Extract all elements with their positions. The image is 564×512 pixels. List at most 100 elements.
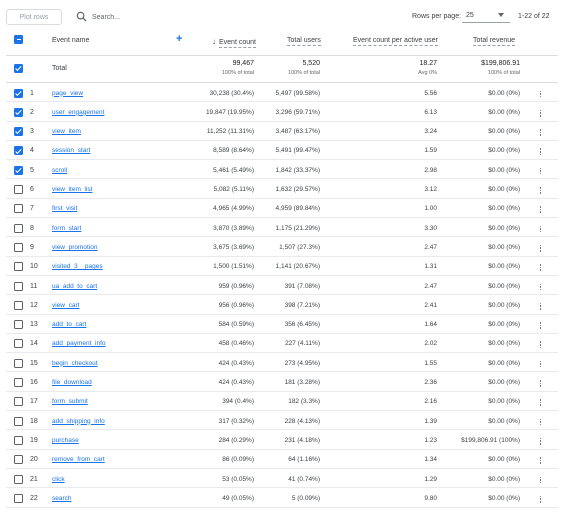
- column-event-count-per-user[interactable]: Event count per active user: [353, 37, 438, 46]
- row-checkbox[interactable]: [14, 281, 23, 291]
- more-options-icon[interactable]: [539, 264, 542, 272]
- event-name-link[interactable]: view_cart: [52, 302, 79, 309]
- more-options-icon[interactable]: [539, 302, 542, 311]
- row-checkbox[interactable]: [14, 435, 23, 445]
- event-name-link[interactable]: ua_add_to_cart: [52, 283, 97, 290]
- table-row[interactable]: 17 form_submit 394 (0.4%) 182 (3.3%) 2.16 $0.…: [6, 392, 558, 412]
- row-number: 20: [30, 456, 38, 464]
- column-total-revenue[interactable]: Total revenue: [473, 37, 516, 46]
- event-name-link[interactable]: file_download: [52, 379, 92, 386]
- more-options-icon[interactable]: [539, 418, 542, 427]
- table-row[interactable]: 5 scroll 5,461 (5.49%) 1,842 (33.37%) 2.98 $0…: [6, 160, 558, 180]
- table-row[interactable]: 21 click 53 (0.05%) 41 (0.74%) 1.29 $0.00 (0%…: [6, 469, 558, 489]
- event-name-link[interactable]: visited_3__pages: [52, 263, 103, 270]
- more-options-icon[interactable]: [539, 129, 542, 137]
- rows-per-page-select[interactable]: 25: [462, 9, 510, 23]
- event-name-link[interactable]: form_submit: [52, 398, 88, 405]
- more-options-icon[interactable]: [539, 225, 542, 234]
- row-checkbox[interactable]: [14, 88, 23, 98]
- event-name-link[interactable]: session_start: [52, 147, 90, 154]
- row-checkbox[interactable]: [14, 223, 23, 233]
- event-name-link[interactable]: begin_checkout: [52, 360, 98, 367]
- more-options-icon[interactable]: [539, 109, 542, 118]
- row-checkbox[interactable]: [14, 146, 23, 156]
- row-checkbox[interactable]: [14, 320, 23, 330]
- table-row[interactable]: 10 visited_3__pages 1,500 (1.51%) 1,141 (20…: [6, 257, 558, 276]
- more-options-icon[interactable]: [539, 476, 542, 485]
- more-options-icon[interactable]: [539, 167, 542, 176]
- table-row[interactable]: 8 form_start 3,870 (3.89%) 1,175 (21.29%) 3.…: [6, 218, 558, 238]
- row-checkbox[interactable]: [14, 474, 23, 484]
- event-name-link[interactable]: click: [52, 476, 65, 483]
- event-name-link[interactable]: view_item: [52, 128, 81, 135]
- row-checkbox[interactable]: [14, 127, 23, 137]
- table-row[interactable]: 22 search 49 (0.05%) 5 (0.09%) 9.80 $0.00 (0%…: [6, 488, 558, 508]
- more-options-icon[interactable]: [539, 495, 542, 504]
- more-options-icon[interactable]: [539, 90, 542, 99]
- more-options-icon[interactable]: [539, 206, 542, 214]
- event-name-link[interactable]: view_promotion: [52, 244, 98, 251]
- table-row[interactable]: 7 first_visit 4,965 (4.99%) 4,959 (89.84%) 1…: [6, 199, 558, 219]
- event-name-link[interactable]: scroll: [52, 167, 67, 174]
- column-event-count-sort[interactable]: ↓ Event count: [212, 37, 256, 48]
- table-row[interactable]: 6 view_item_list 5,082 (5.11%) 1,632 (29.57…: [6, 180, 558, 199]
- table-row[interactable]: 13 add_to_cart 584 (0.59%) 356 (6.45%) 1.64 $…: [6, 315, 558, 334]
- row-checkbox[interactable]: [14, 339, 23, 349]
- event-name-link[interactable]: form_start: [52, 225, 81, 232]
- row-checkbox[interactable]: [14, 242, 23, 252]
- table-row[interactable]: 2 user_engagement 19,847 (19.95%) 3,296 (59…: [6, 102, 558, 122]
- row-checkbox[interactable]: [14, 358, 23, 368]
- row-checkbox[interactable]: [14, 455, 23, 465]
- totals-checkbox[interactable]: [14, 64, 23, 73]
- row-checkbox[interactable]: [14, 493, 23, 503]
- more-options-icon[interactable]: [539, 360, 542, 369]
- event-name-link[interactable]: purchase: [52, 437, 79, 444]
- table-row[interactable]: 18 add_shipping_info 317 (0.32%) 228 (4.13%…: [6, 411, 558, 431]
- event-name-link[interactable]: first_visit: [52, 205, 77, 212]
- event-name-link[interactable]: add_to_cart: [52, 321, 86, 328]
- table-row[interactable]: 11 ua_add_to_cart 959 (0.96%) 391 (7.08%) 2.…: [6, 276, 558, 296]
- table-row[interactable]: 3 view_item 11,252 (11.31%) 3,487 (63.17%) 3…: [6, 122, 558, 141]
- column-event-name[interactable]: Event name: [52, 37, 89, 44]
- table-row[interactable]: 4 session_start 8,589 (8.64%) 5,491 (99.47%…: [6, 141, 558, 161]
- add-dimension-icon[interactable]: +: [176, 33, 182, 45]
- table-row[interactable]: 1 page_view 30,238 (30.4%) 5,497 (99.58%) 5.…: [6, 83, 558, 103]
- more-options-icon[interactable]: [539, 283, 542, 292]
- plot-rows-button[interactable]: Plot rows: [6, 9, 62, 25]
- row-checkbox[interactable]: [14, 165, 23, 175]
- more-options-icon[interactable]: [539, 244, 542, 253]
- table-row[interactable]: 19 purchase 284 (0.29%) 231 (4.18%) 1.23 $199…: [6, 430, 558, 450]
- more-options-icon[interactable]: [539, 322, 542, 330]
- event-name-link[interactable]: remove_from_cart: [52, 456, 105, 463]
- more-options-icon[interactable]: [539, 148, 542, 156]
- event-name-link[interactable]: view_item_list: [52, 186, 92, 193]
- event-name-link[interactable]: page_view: [52, 90, 83, 97]
- row-checkbox[interactable]: [14, 262, 23, 272]
- select-all-checkbox[interactable]: [14, 35, 23, 44]
- row-checkbox[interactable]: [14, 204, 23, 214]
- row-checkbox[interactable]: [14, 378, 23, 387]
- table-row[interactable]: 9 view_promotion 3,675 (3.69%) 1,507 (27.3%…: [6, 237, 558, 257]
- more-options-icon[interactable]: [539, 187, 542, 195]
- table-row[interactable]: 16 file_download 424 (0.43%) 181 (3.28%) 2.3…: [6, 373, 558, 392]
- more-options-icon[interactable]: [539, 399, 542, 407]
- row-checkbox[interactable]: [14, 185, 23, 194]
- more-options-icon[interactable]: [539, 437, 542, 446]
- table-row[interactable]: 12 view_cart 956 (0.96%) 398 (7.21%) 2.41 $0.…: [6, 295, 558, 315]
- table-row[interactable]: 15 begin_checkout 424 (0.43%) 273 (4.95%) 1.…: [6, 353, 558, 373]
- column-total-users[interactable]: Total users: [287, 37, 321, 46]
- more-options-icon[interactable]: [539, 341, 542, 349]
- more-options-icon[interactable]: [539, 457, 542, 465]
- table-row[interactable]: 14 add_payment_info 458 (0.46%) 227 (4.11%)…: [6, 334, 558, 354]
- row-checkbox[interactable]: [14, 416, 23, 426]
- row-checkbox[interactable]: [14, 107, 23, 117]
- event-name-link[interactable]: add_shipping_info: [52, 418, 105, 425]
- event-name-link[interactable]: user_engagement: [52, 109, 104, 116]
- event-name-link[interactable]: add_payment_info: [52, 340, 106, 347]
- more-options-icon[interactable]: [539, 380, 542, 388]
- search-input[interactable]: [92, 10, 292, 24]
- event-name-link[interactable]: search: [52, 495, 72, 502]
- row-checkbox[interactable]: [14, 397, 23, 407]
- row-checkbox[interactable]: [14, 300, 23, 310]
- table-row[interactable]: 20 remove_from_cart 86 (0.09%) 64 (1.16%) 1.…: [6, 450, 558, 469]
